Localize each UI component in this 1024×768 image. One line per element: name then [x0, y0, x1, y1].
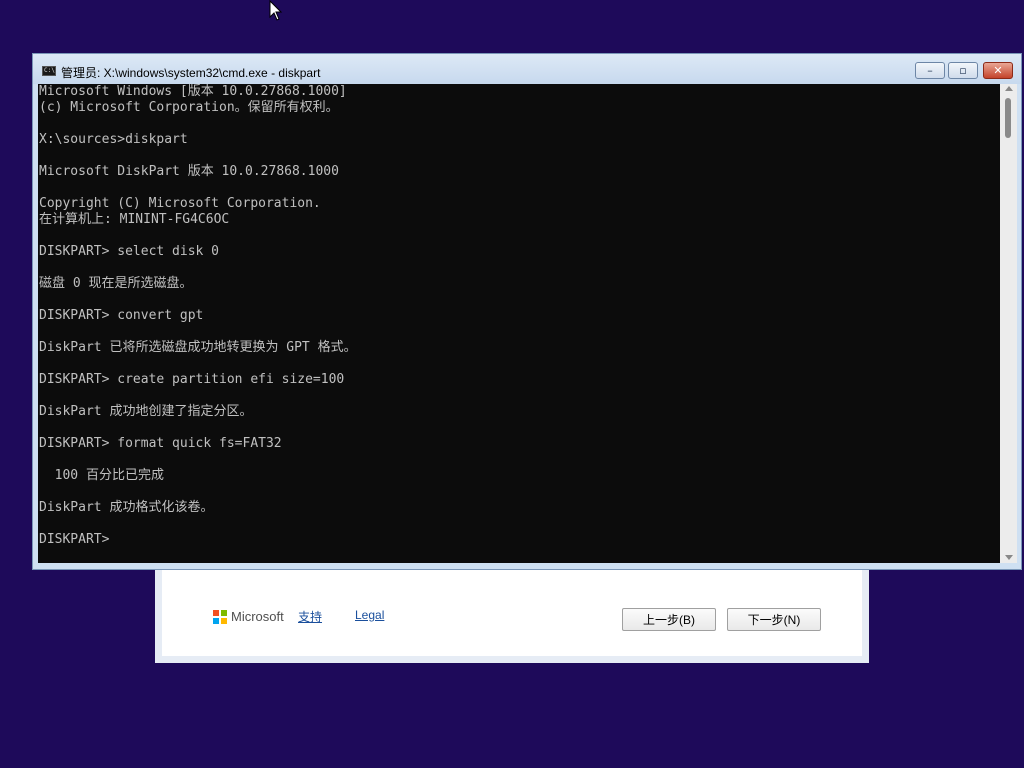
- cmd-icon: C:\: [42, 66, 56, 76]
- window-title: 管理员: X:\windows\system32\cmd.exe - diskp…: [61, 66, 321, 80]
- console-line: 磁盘 0 现在是所选磁盘。: [39, 276, 193, 291]
- scrollbar-thumb[interactable]: [1005, 98, 1011, 138]
- console-line: Microsoft Windows [版本 10.0.27868.1000]: [39, 84, 347, 99]
- console-line: DiskPart 成功地创建了指定分区。: [39, 404, 253, 419]
- console-lines: Microsoft Windows [版本 10.0.27868.1000] (c…: [38, 84, 1000, 548]
- console-line: DISKPART> format quick fs=FAT32: [39, 436, 282, 451]
- console-line: DiskPart 成功格式化该卷。: [39, 500, 214, 515]
- console-line: 100 百分比已完成: [39, 468, 164, 483]
- legal-link[interactable]: Legal: [355, 608, 384, 622]
- console-line: 在计算机上: MININT-FG4C6OC: [39, 212, 230, 227]
- console-output[interactable]: Microsoft Windows [版本 10.0.27868.1000] (c…: [38, 84, 1000, 563]
- console-line: DISKPART> create partition efi size=100: [39, 372, 345, 387]
- scroll-down-arrow-icon[interactable]: [1005, 555, 1013, 560]
- console-line: Copyright (C) Microsoft Corporation.: [39, 196, 321, 211]
- back-button[interactable]: 上一步(B): [622, 608, 716, 631]
- microsoft-brand-text: Microsoft: [231, 609, 284, 624]
- scroll-up-arrow-icon[interactable]: [1005, 86, 1013, 91]
- next-button[interactable]: 下一步(N): [727, 608, 821, 631]
- console-line: DISKPART> select disk 0: [39, 244, 220, 259]
- console-line: DISKPART> convert gpt: [39, 308, 204, 323]
- vertical-scrollbar[interactable]: [1000, 84, 1017, 563]
- mouse-cursor-icon: [269, 0, 283, 21]
- title-bar[interactable]: C:\ 管理员: X:\windows\system32\cmd.exe - d…: [33, 54, 1021, 84]
- console-line: DISKPART>: [39, 532, 110, 547]
- cmd-window[interactable]: C:\ 管理员: X:\windows\system32\cmd.exe - d…: [32, 53, 1022, 570]
- console-line: (c) Microsoft Corporation。保留所有权利。: [39, 100, 339, 115]
- microsoft-logo-icon: [213, 609, 227, 624]
- microsoft-logo: Microsoft: [213, 609, 284, 624]
- support-link[interactable]: 支持: [298, 608, 322, 625]
- console-line: X:\sources>diskpart: [39, 132, 188, 147]
- console-line: Microsoft DiskPart 版本 10.0.27868.1000: [39, 164, 339, 179]
- close-button[interactable]: ✕: [983, 62, 1013, 79]
- maximize-button[interactable]: ▫: [948, 62, 978, 79]
- minimize-button[interactable]: –: [915, 62, 945, 79]
- console-line: DiskPart 已将所选磁盘成功地转更换为 GPT 格式。: [39, 340, 357, 355]
